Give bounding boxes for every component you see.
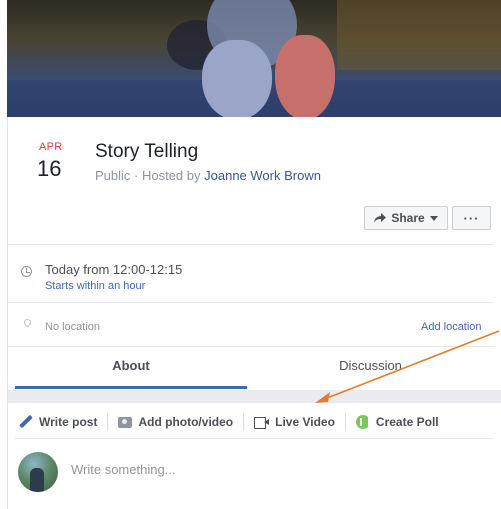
annotation-arrow <box>315 330 500 403</box>
annotation-arrow-line <box>321 330 500 401</box>
annotation-arrow-head <box>315 392 330 403</box>
